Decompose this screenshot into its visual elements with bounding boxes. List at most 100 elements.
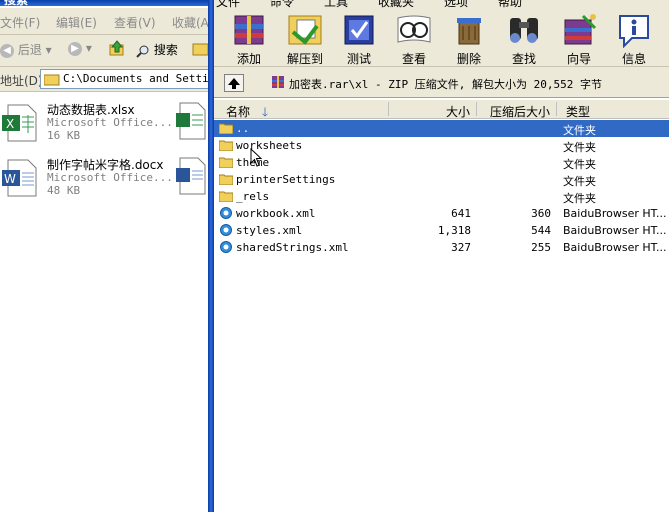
file-type: Microsoft Office... [47,171,173,184]
packed-size: 255 [531,241,551,254]
menu-file[interactable]: 文件(F) [0,14,40,31]
up-folder-icon [109,40,124,56]
explorer-title-bar: 搜索 [0,0,210,7]
address-label: 地址(D) [0,74,43,88]
column-separator [388,102,389,116]
html-file-icon [220,207,232,219]
back-button[interactable]: ◀ 后退 ▾ [0,41,52,58]
back-arrow-icon: ◀ [0,43,14,58]
word-file-icon: W [2,159,37,197]
menu-view[interactable]: 查看(V) [114,14,156,31]
column-packed-header[interactable]: 压缩后大小 [490,103,550,120]
wizard-icon [564,14,597,45]
forward-arrow-icon: ▶ [68,41,82,56]
folder-icon [219,174,233,185]
winrar-window: 文件 命令 工具 收藏夹 选项 帮助 添加 解压到 测试 查看 删除 查找 向导… [214,0,669,513]
file-type: 文件夹 [563,192,596,205]
add-button[interactable]: 添加 [223,12,275,66]
column-headers: 名称 🡓 大小 压缩后大小 类型 [214,100,669,119]
file-name: printerSettings [236,173,336,186]
menu-file[interactable]: 文件 [216,0,240,8]
file-name: workbook.xml [236,207,316,220]
column-type-header[interactable]: 类型 [566,103,590,120]
forward-button[interactable]: ▶ ▾ [68,41,92,56]
menu-tools[interactable]: 工具 [324,0,348,8]
add-archive-icon [234,15,264,45]
menu-favorites[interactable]: 收藏(A) [172,14,210,31]
column-separator [556,102,557,116]
view-button[interactable]: 查看 [388,12,440,66]
file-size: 1,318 [437,224,471,237]
file-name: sharedStrings.xml [236,241,349,254]
winrar-menu-bar: 文件 命令 工具 收藏夹 选项 帮助 [214,0,669,8]
rar-archive-icon [272,76,284,88]
table-row[interactable]: .. 文件夹 [214,120,669,137]
svg-text:X: X [6,117,14,131]
table-row[interactable]: styles.xml 1,318 544 BaiduBrowser HT... [214,222,669,239]
file-name: .. [236,122,250,135]
file-type: BaiduBrowser HT... [563,207,667,220]
file-type: Microsoft Office... [47,116,173,129]
menu-options[interactable]: 选项 [444,0,468,8]
up-one-level-button[interactable] [224,74,244,92]
excel-file-icon [176,102,206,140]
word-file-icon [176,157,206,195]
file-size: 641 [451,207,471,220]
file-name: worksheets [236,139,303,152]
file-type: 文件夹 [563,124,596,137]
html-file-icon [220,224,232,236]
find-button[interactable]: 查找 [498,12,550,66]
up-folder-button[interactable] [108,39,126,60]
column-size-header[interactable]: 大小 [446,103,470,120]
extract-to-icon [288,15,322,45]
archive-file-list[interactable]: 名称 🡓 大小 压缩后大小 类型 .. 文件夹 worksheets 文件夹 theme… [214,97,669,513]
table-row[interactable]: theme 文件夹 [214,154,669,171]
file-type: 文件夹 [563,158,596,171]
menu-help[interactable]: 帮助 [498,0,522,8]
excel-file-icon: X [2,104,37,142]
menu-edit[interactable]: 编辑(E) [56,14,97,31]
file-item[interactable]: X 动态数据表.xlsx Microsoft Office... 16 KB [0,101,206,151]
delete-button[interactable]: 删除 [443,12,495,66]
table-row[interactable]: sharedStrings.xml 327 255 BaiduBrowser HT..… [214,239,669,256]
archive-path-field[interactable]: 加密表.rar\xl - ZIP 压缩文件, 解包大小为 20,552 字节 [259,72,669,92]
file-type: BaiduBrowser HT... [563,224,667,237]
archive-path-text: 加密表.rar\xl - ZIP 压缩文件, 解包大小为 20,552 字节 [289,78,602,91]
explorer-toolbar: ◀ 后退 ▾ ▶ ▾ 搜索 [0,35,210,67]
extract-to-button[interactable]: 解压到 [279,12,331,66]
info-icon [619,15,649,48]
table-row[interactable]: worksheets 文件夹 [214,137,669,154]
file-name: styles.xml [236,224,303,237]
search-icon [136,45,149,58]
file-type: 文件夹 [563,175,596,188]
search-button[interactable]: 搜索 [136,41,178,58]
up-arrow-icon [228,78,240,89]
folder-icon [219,157,233,168]
explorer-menu-bar: 文件(F) 编辑(E) 查看(V) 收藏(A) [0,8,210,35]
packed-size: 360 [531,207,551,220]
menu-commands[interactable]: 命令 [270,0,294,8]
file-item[interactable]: W 制作字帖米字格.docx Microsoft Office... 48 KB [0,156,206,206]
folder-icon [44,74,60,86]
address-input[interactable]: C:\Documents and Settings [40,69,210,89]
explorer-title: 搜索 [4,0,29,7]
svg-text:W: W [4,172,16,186]
file-name: _rels [236,190,270,203]
file-size: 327 [451,241,471,254]
html-file-icon [220,241,232,253]
table-row[interactable]: workbook.xml 641 360 BaiduBrowser HT... [214,205,669,222]
file-type: BaiduBrowser HT... [563,241,667,254]
info-button[interactable]: 信息 [608,12,660,66]
test-button[interactable]: 测试 [333,12,385,66]
archive-path-bar: 加密表.rar\xl - ZIP 压缩文件, 解包大小为 20,552 字节 [214,71,669,95]
mouse-cursor-icon [250,148,263,167]
winrar-toolbar: 添加 解压到 测试 查看 删除 查找 向导 信息 [214,8,669,67]
folder-icon [219,191,233,202]
folder-icon [219,140,233,151]
file-size: 16 KB [47,129,81,142]
menu-favorites[interactable]: 收藏夹 [378,0,414,8]
file-type: 文件夹 [563,141,596,154]
table-row[interactable]: printerSettings 文件夹 [214,171,669,188]
wizard-button[interactable]: 向导 [553,12,605,66]
table-row[interactable]: _rels 文件夹 [214,188,669,205]
